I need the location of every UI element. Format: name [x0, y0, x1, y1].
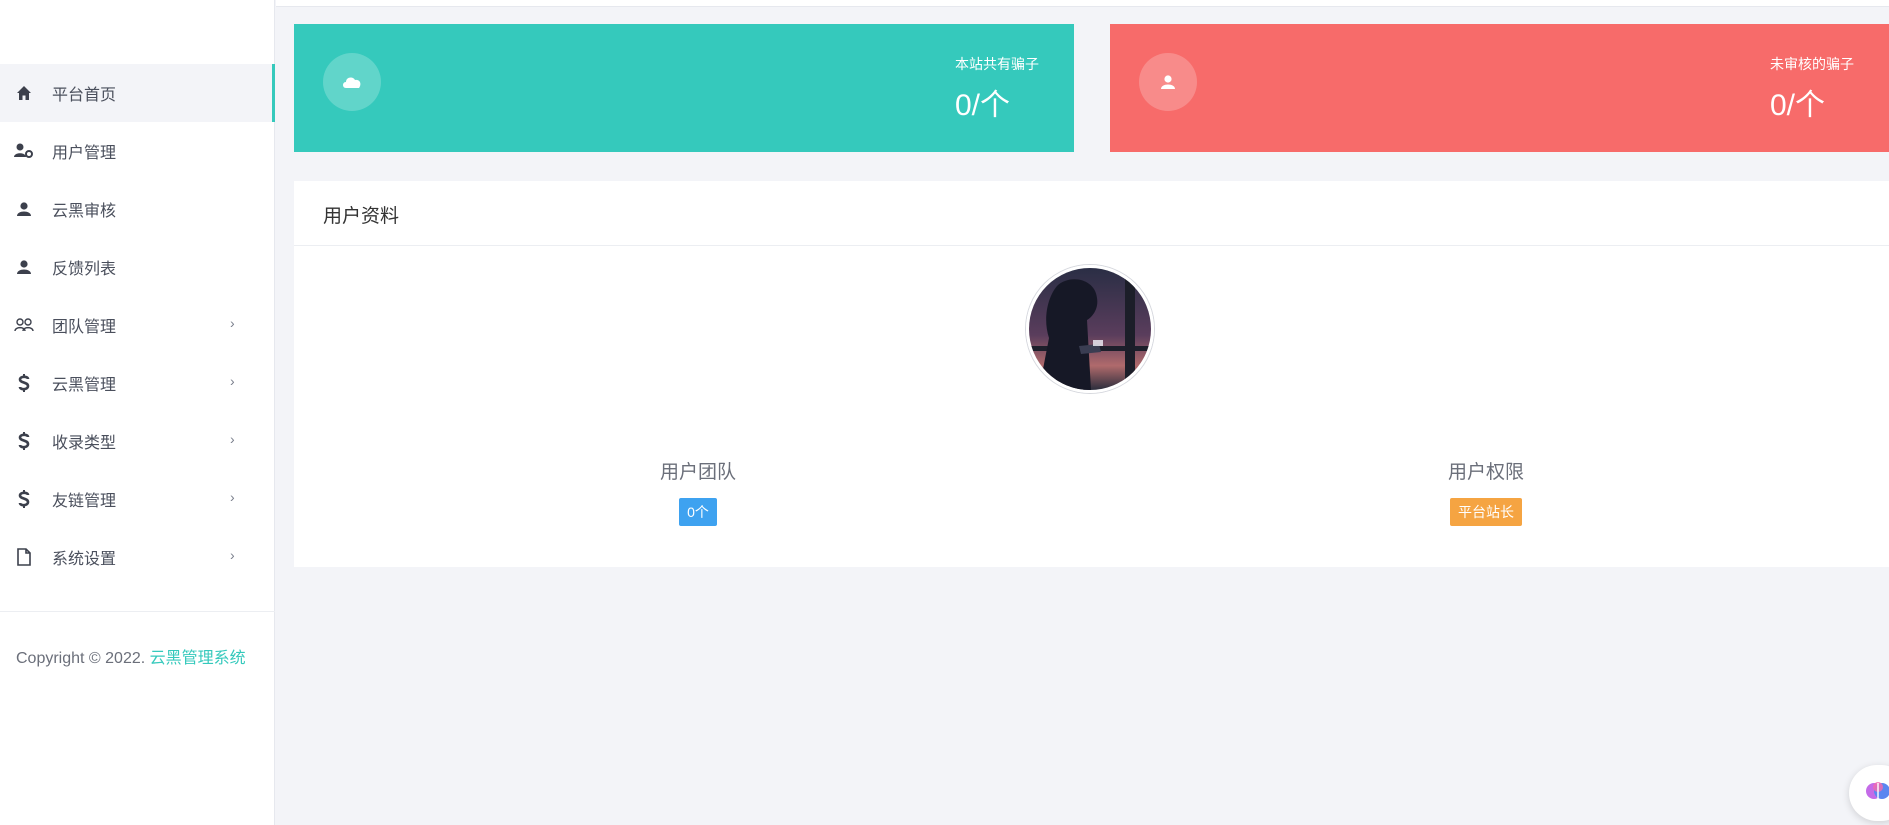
- dollar-icon: [14, 373, 34, 393]
- scammers-count-card: 本站共有骗子 0/个: [294, 24, 1074, 152]
- sidebar-item-blacklist-review[interactable]: 云黑审核: [0, 180, 275, 238]
- user-icon: [1139, 53, 1197, 111]
- assistant-widget[interactable]: [1849, 765, 1889, 821]
- card-label: 未审核的骗子: [1770, 56, 1854, 72]
- cloud-icon: [323, 53, 381, 111]
- sidebar-item-label: 反馈列表: [52, 261, 117, 278]
- sidebar-item-label: 用户管理: [52, 145, 117, 162]
- copyright: Copyright © 2022. 云黑管理系统: [16, 644, 246, 673]
- sidebar-item-inclusion-types[interactable]: 收录类型 ›: [0, 412, 275, 470]
- user-profile-panel: 用户资料 用户团队 0个 用户权限 平台站长: [294, 181, 1889, 567]
- sidebar-item-system-settings[interactable]: 系统设置 ›: [0, 528, 275, 586]
- chevron-right-icon: ›: [230, 547, 235, 563]
- copyright-link[interactable]: 云黑管理系统: [150, 650, 246, 667]
- user-team-stat: 用户团队 0个: [598, 457, 798, 526]
- stat-title: 用户团队: [659, 462, 736, 483]
- stat-title: 用户权限: [1447, 462, 1524, 483]
- sidebar-item-user-management[interactable]: 用户管理: [0, 122, 275, 180]
- sidebar-item-label: 云黑审核: [52, 203, 117, 220]
- permission-badge: 平台站长: [1450, 498, 1522, 526]
- unreviewed-count-card: 未审核的骗子 0/个: [1110, 24, 1889, 152]
- sidebar-item-home[interactable]: 平台首页: [0, 64, 275, 122]
- user-icon: [14, 257, 34, 277]
- dollar-icon: [14, 489, 34, 509]
- card-value: 0/个: [955, 89, 1011, 122]
- users-icon: [14, 315, 34, 335]
- file-icon: [14, 547, 34, 567]
- sidebar-item-blacklist-management[interactable]: 云黑管理 ›: [0, 354, 275, 412]
- brain-icon: [1865, 778, 1889, 809]
- team-count-badge: 0个: [679, 498, 717, 526]
- card-label: 本站共有骗子: [955, 56, 1039, 72]
- sidebar-item-label: 收录类型: [52, 435, 117, 452]
- chevron-right-icon: ›: [230, 489, 235, 505]
- copyright-text: Copyright © 2022.: [16, 650, 146, 667]
- sidebar-item-feedback-list[interactable]: 反馈列表: [0, 238, 275, 296]
- top-bar: [276, 0, 1889, 7]
- chevron-right-icon: ›: [230, 373, 235, 389]
- sidebar-nav: 平台首页 用户管理 云黑审核 反馈列表 团队管理 › 云黑管理 › 收录类型 ›…: [0, 64, 275, 586]
- user-icon: [14, 199, 34, 219]
- panel-divider: [294, 245, 1889, 246]
- avatar: [1026, 265, 1154, 393]
- user-permission-stat: 用户权限 平台站长: [1386, 457, 1586, 526]
- sidebar-item-label: 平台首页: [52, 87, 117, 104]
- chevron-right-icon: ›: [230, 315, 235, 331]
- sidebar-item-friend-links[interactable]: 友链管理 ›: [0, 470, 275, 528]
- sidebar-item-label: 云黑管理: [52, 377, 117, 394]
- sidebar-item-label: 系统设置: [52, 551, 117, 568]
- panel-title: 用户资料: [323, 206, 400, 227]
- sidebar-item-team-management[interactable]: 团队管理 ›: [0, 296, 275, 354]
- sidebar: 平台首页 用户管理 云黑审核 反馈列表 团队管理 › 云黑管理 › 收录类型 ›…: [0, 0, 275, 825]
- dollar-icon: [14, 431, 34, 451]
- home-icon: [14, 83, 34, 103]
- sidebar-item-label: 友链管理: [52, 493, 117, 510]
- card-value: 0/个: [1770, 89, 1826, 122]
- sidebar-item-label: 团队管理: [52, 319, 117, 336]
- user-cog-icon: [14, 141, 34, 161]
- sidebar-divider: [0, 611, 275, 612]
- chevron-right-icon: ›: [230, 431, 235, 447]
